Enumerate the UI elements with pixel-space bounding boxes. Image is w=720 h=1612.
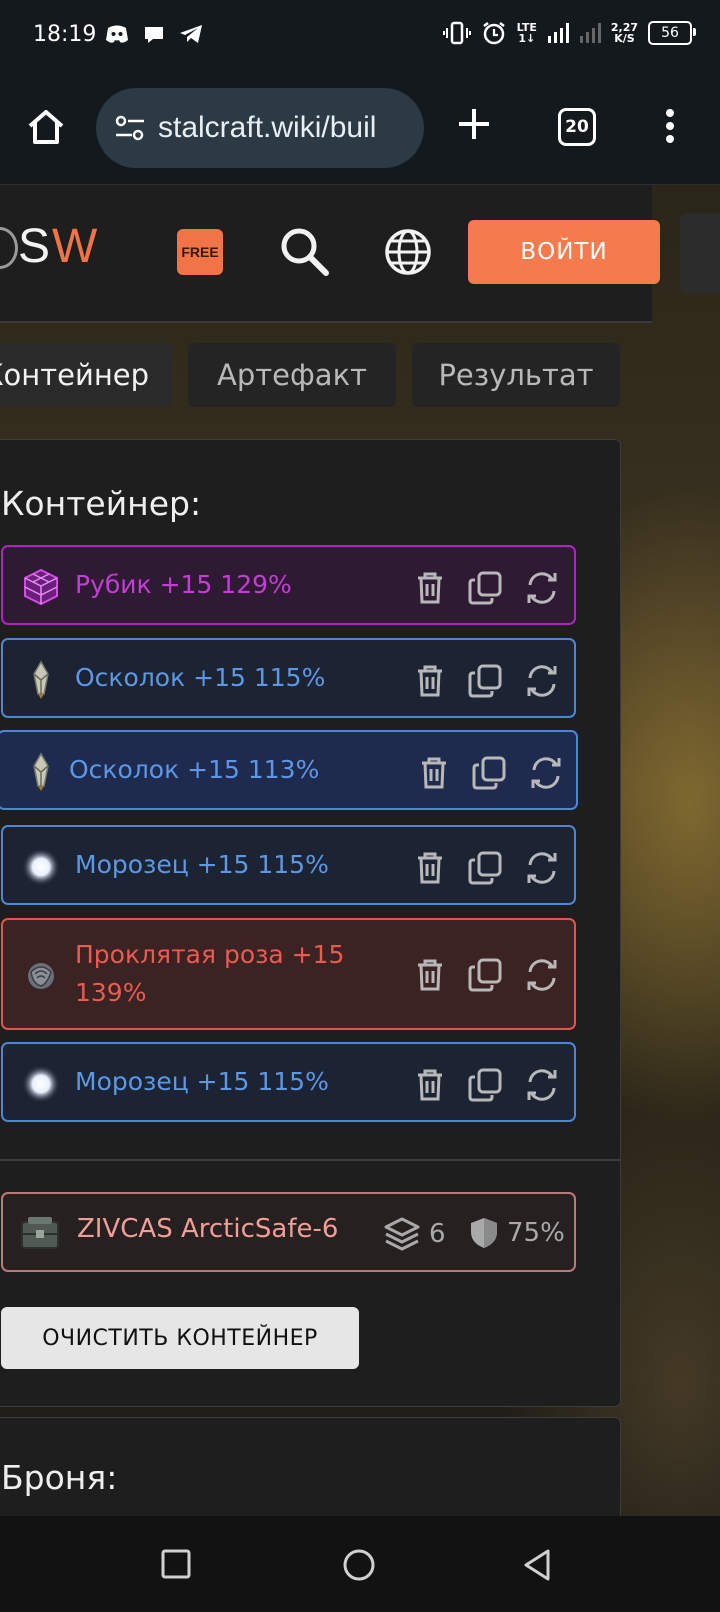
artifact-name: Осколок +15 113% <box>69 755 320 784</box>
web-page: SW FREE ВОЙТИ Контейнер Артефакт Результ… <box>0 185 720 1516</box>
delete-icon[interactable] <box>414 958 446 992</box>
back-icon[interactable] <box>522 1548 552 1582</box>
swap-icon[interactable] <box>524 851 560 885</box>
copy-icon[interactable] <box>468 1068 502 1102</box>
tab-result[interactable]: Результат <box>412 343 620 407</box>
divider <box>0 1159 620 1161</box>
artifact-row[interactable]: Морозец +15 115% <box>1 825 576 905</box>
alarm-icon <box>482 22 505 45</box>
delete-icon[interactable] <box>414 851 446 885</box>
artifact-row[interactable]: Проклятая роза +15 139% <box>1 918 576 1030</box>
copy-icon[interactable] <box>468 664 502 698</box>
side-panel-toggle[interactable] <box>680 213 720 293</box>
container-protection: 75% <box>469 1216 565 1250</box>
url-bar[interactable]: stalcraft.wiki/buil <box>96 88 424 168</box>
tab-artifact[interactable]: Артефакт <box>188 343 396 407</box>
net-speed-unit: K/S <box>614 32 635 45</box>
copy-icon[interactable] <box>472 756 506 790</box>
tab-count: 20 <box>565 117 589 137</box>
logo-emblem-icon <box>0 227 18 269</box>
copy-icon[interactable] <box>468 851 502 885</box>
container-name: ZIVCAS ArcticSafe-6 <box>77 1214 339 1244</box>
tab-switcher-button[interactable]: 20 <box>558 108 596 146</box>
delete-icon[interactable] <box>414 664 446 698</box>
container-panel: Контейнер: Рубик +15 129% Осколок +15 11… <box>0 439 621 1407</box>
delete-icon[interactable] <box>414 571 446 605</box>
copy-icon[interactable] <box>468 571 502 605</box>
artifact-name: Морозец +15 115% <box>75 1067 329 1096</box>
recents-icon[interactable] <box>160 1548 192 1580</box>
artifact-row[interactable]: Осколок +15 115% <box>1 638 576 718</box>
browser-toolbar: stalcraft.wiki/buil 20 <box>0 72 720 185</box>
site-settings-icon[interactable] <box>114 114 146 142</box>
globe-icon[interactable] <box>383 227 433 277</box>
vibrate-icon <box>442 21 471 45</box>
battery-icon: 56 <box>648 21 696 45</box>
more-menu-icon[interactable] <box>664 108 676 144</box>
free-badge[interactable]: FREE <box>177 229 223 275</box>
chat-bubble-icon <box>145 27 163 43</box>
telegram-icon <box>180 25 202 43</box>
swap-icon[interactable] <box>524 571 560 605</box>
artifact-name: Осколок +15 115% <box>75 663 326 692</box>
artifact-row[interactable]: Рубик +15 129% <box>1 545 576 625</box>
container-slots: 6 <box>383 1216 446 1252</box>
new-tab-icon[interactable] <box>456 106 492 142</box>
delete-icon[interactable] <box>414 1068 446 1102</box>
login-button[interactable]: ВОЙТИ <box>468 220 660 284</box>
artifact-name: Морозец +15 115% <box>75 850 329 879</box>
slots-count: 6 <box>429 1219 446 1249</box>
shield-icon <box>471 1218 497 1248</box>
status-bar: 18:19 LTE 1↓ 2,27 K/S 56 <box>0 0 720 72</box>
panel-title: Контейнер: <box>1 484 202 523</box>
battery-level: 56 <box>661 25 679 41</box>
swap-icon[interactable] <box>524 958 560 992</box>
container-case-icon <box>21 1217 59 1249</box>
discord-icon <box>106 25 128 43</box>
frost-orb-icon <box>22 1065 60 1103</box>
tab-container[interactable]: Контейнер <box>0 343 172 407</box>
swap-icon[interactable] <box>524 664 560 698</box>
status-time: 18:19 <box>33 22 97 47</box>
artifact-name: Рубик +15 129% <box>75 570 292 599</box>
search-icon[interactable] <box>278 225 330 277</box>
shard-crystal-icon <box>33 660 49 699</box>
copy-icon[interactable] <box>468 958 502 992</box>
container-item[interactable]: ZIVCAS ArcticSafe-6 6 75% <box>1 1192 576 1272</box>
home-icon[interactable] <box>26 108 66 146</box>
signal-weak-icon <box>579 23 601 43</box>
delete-icon[interactable] <box>418 756 450 790</box>
site-header: SW FREE ВОЙТИ <box>0 185 660 323</box>
signal-icon <box>547 23 569 43</box>
artifact-row[interactable]: Морозец +15 115% <box>1 1042 576 1122</box>
cursed-rose-icon <box>28 963 54 989</box>
system-nav-bar <box>0 1516 720 1612</box>
artifact-row-selected[interactable]: Осколок +15 113% <box>0 730 578 810</box>
frost-orb-icon <box>22 848 60 886</box>
shard-crystal-icon <box>33 752 49 791</box>
protection-value: 75% <box>507 1218 565 1248</box>
home-nav-icon[interactable] <box>342 1548 376 1582</box>
clear-container-button[interactable]: ОЧИСТИТЬ КОНТЕЙНЕР <box>1 1307 359 1369</box>
swap-icon[interactable] <box>528 756 564 790</box>
network-sim: 1↓ <box>518 32 536 45</box>
armor-panel: Броня: <box>0 1417 621 1516</box>
swap-icon[interactable] <box>524 1068 560 1102</box>
panel-title: Броня: <box>1 1458 118 1497</box>
rubik-cube-icon <box>24 568 58 606</box>
layers-icon <box>384 1217 420 1251</box>
artifact-name: Проклятая роза +15 139% <box>75 940 345 1007</box>
url-text[interactable]: stalcraft.wiki/buil <box>158 111 376 145</box>
site-logo[interactable]: SW <box>18 219 99 274</box>
